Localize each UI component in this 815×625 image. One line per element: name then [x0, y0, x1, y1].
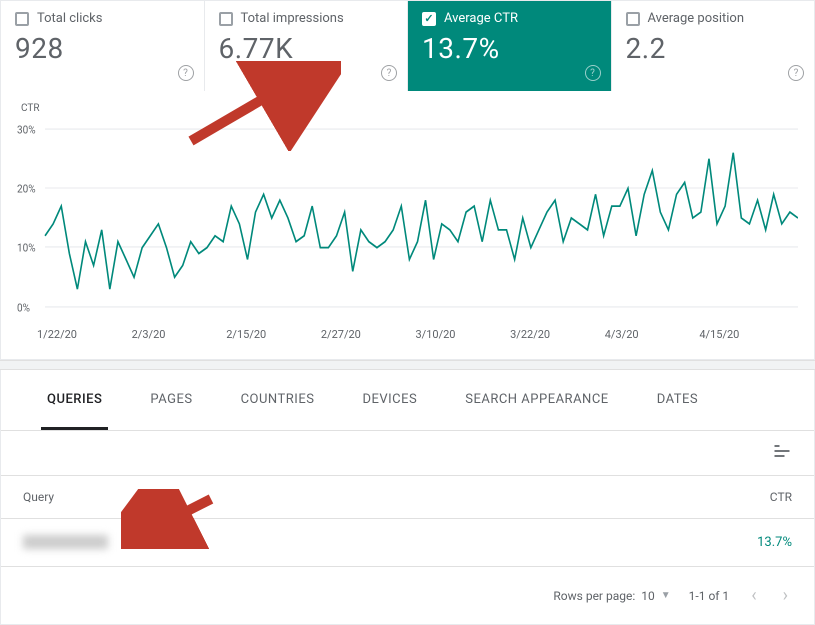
card-value: 928 [15, 32, 190, 65]
checkbox-icon [15, 12, 29, 26]
x-axis: 1/22/20 2/3/20 2/15/20 2/27/20 3/10/20 3… [37, 328, 794, 341]
table-panel: QUERIES PAGES COUNTRIES DEVICES SEARCH A… [0, 370, 815, 625]
chart-title: CTR [21, 103, 798, 114]
filter-row [1, 431, 814, 476]
chart-area: CTR 30% 20% 10% 0% 1/22/20 2/3/20 2/15/2… [1, 91, 814, 359]
annotation-arrow-icon [171, 61, 341, 151]
ctr-series-line [45, 153, 798, 289]
xtick: 2/15/20 [226, 328, 321, 341]
xtick: 4/15/20 [699, 328, 794, 341]
card-label: Total clicks [37, 11, 102, 26]
tab-search-appearance[interactable]: SEARCH APPEARANCE [459, 370, 614, 430]
card-label: Total impressions [241, 11, 344, 26]
ytick: 10% [17, 241, 36, 255]
tab-dates[interactable]: DATES [651, 370, 704, 430]
page-range: 1-1 of 1 [689, 589, 730, 603]
metric-cards: Total clicks 928 ? Total impressions 6.7… [1, 1, 814, 91]
tab-queries[interactable]: QUERIES [41, 370, 108, 430]
ytick: 0% [17, 301, 30, 315]
xtick: 3/22/20 [510, 328, 605, 341]
tab-countries[interactable]: COUNTRIES [235, 370, 321, 430]
checkbox-icon [219, 12, 233, 26]
xtick: 3/10/20 [416, 328, 511, 341]
ytick: 30% [17, 123, 36, 137]
rows-per-page-label: Rows per page: [553, 589, 635, 603]
annotation-arrow-icon [121, 489, 221, 549]
col-ctr: CTR [770, 490, 792, 504]
tabs: QUERIES PAGES COUNTRIES DEVICES SEARCH A… [1, 370, 814, 431]
pager: Rows per page: 10 ▼ 1-1 of 1 ‹ › [1, 567, 814, 624]
ytick: 20% [17, 182, 36, 196]
checkbox-icon [626, 12, 640, 26]
card-average-position[interactable]: Average position 2.2 ? [612, 1, 815, 91]
table-row[interactable]: 13.7% [1, 519, 814, 567]
ctr-line-chart: 30% 20% 10% 0% [17, 118, 798, 318]
card-label: Average position [648, 11, 745, 26]
card-label: Average CTR [444, 11, 518, 26]
xtick: 2/3/20 [132, 328, 227, 341]
row-ctr: 13.7% [757, 535, 792, 550]
xtick: 2/27/20 [321, 328, 416, 341]
card-value: 13.7% [422, 32, 597, 65]
next-page-icon[interactable]: › [779, 581, 792, 610]
help-icon[interactable]: ? [381, 65, 397, 81]
help-icon[interactable]: ? [788, 65, 804, 81]
card-value: 2.2 [626, 32, 801, 65]
performance-panel: Total clicks 928 ? Total impressions 6.7… [0, 0, 815, 360]
prev-page-icon[interactable]: ‹ [747, 581, 760, 610]
tab-pages[interactable]: PAGES [144, 370, 198, 430]
section-divider [0, 360, 815, 370]
xtick: 4/3/20 [605, 328, 700, 341]
card-average-ctr[interactable]: Average CTR 13.7% ? [408, 1, 612, 91]
xtick: 1/22/20 [37, 328, 132, 341]
dropdown-icon[interactable]: ▼ [661, 590, 671, 601]
col-query: Query [23, 490, 54, 504]
rows-per-page-value[interactable]: 10 [641, 589, 655, 603]
filter-icon[interactable] [772, 441, 792, 465]
checkbox-icon [422, 12, 436, 26]
help-icon[interactable]: ? [585, 65, 601, 81]
query-text-redacted [23, 535, 108, 549]
tab-devices[interactable]: DEVICES [356, 370, 423, 430]
